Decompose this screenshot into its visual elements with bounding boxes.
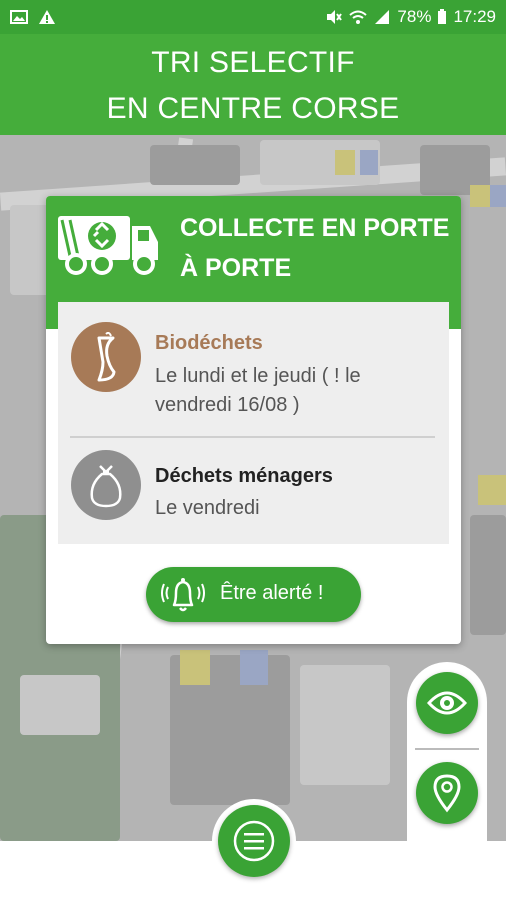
card-title-line1: COLLECTE EN PORTE [180, 214, 450, 242]
header-title-line2: EN CENTRE CORSE [106, 92, 400, 125]
battery-icon [438, 9, 447, 24]
controls-divider [415, 748, 479, 750]
eye-icon [427, 691, 467, 715]
menu-icon [233, 820, 275, 862]
image-icon [10, 10, 28, 24]
list-divider [70, 436, 435, 438]
warning-icon [39, 10, 55, 24]
clock: 17:29 [453, 7, 496, 26]
trash-bag-icon [71, 450, 141, 520]
item-description: Le vendredi [155, 497, 260, 519]
location-pin-icon [433, 774, 461, 813]
garbage-truck-icon [58, 216, 158, 275]
alert-button[interactable]: Être alerté ! [146, 567, 361, 622]
apple-core-icon [71, 322, 141, 392]
item-title: Biodéchets [155, 332, 263, 354]
card-title-line2: À PORTE [180, 254, 292, 282]
signal-icon [375, 10, 390, 24]
bell-icon [161, 578, 205, 612]
wifi-icon [349, 10, 368, 24]
list-item-menagers: Déchets ménagers Le vendredi [58, 447, 449, 542]
header-title-line1: TRI SELECTIF [151, 46, 355, 79]
menu-button[interactable] [218, 805, 290, 877]
list-item-biodechets: Biodéchets Le lundi et le jeudi ( ! le v… [58, 310, 449, 428]
mute-icon [327, 10, 343, 24]
item-title: Déchets ménagers [155, 465, 333, 487]
item-description: Le lundi et le jeudi ( ! le vendredi 16/… [155, 365, 361, 416]
visibility-button[interactable] [416, 672, 478, 734]
alert-button-label: Être alerté ! [220, 582, 324, 604]
battery-percent: 78% [397, 7, 432, 26]
status-bar: 78% 17:29 [0, 0, 506, 34]
collection-list: Biodéchets Le lundi et le jeudi ( ! le v… [58, 302, 449, 544]
collection-card: COLLECTE EN PORTE À PORTE Biodéchets Le … [46, 196, 461, 644]
app-header: TRI SELECTIF EN CENTRE CORSE [0, 34, 506, 135]
location-button[interactable] [416, 762, 478, 824]
